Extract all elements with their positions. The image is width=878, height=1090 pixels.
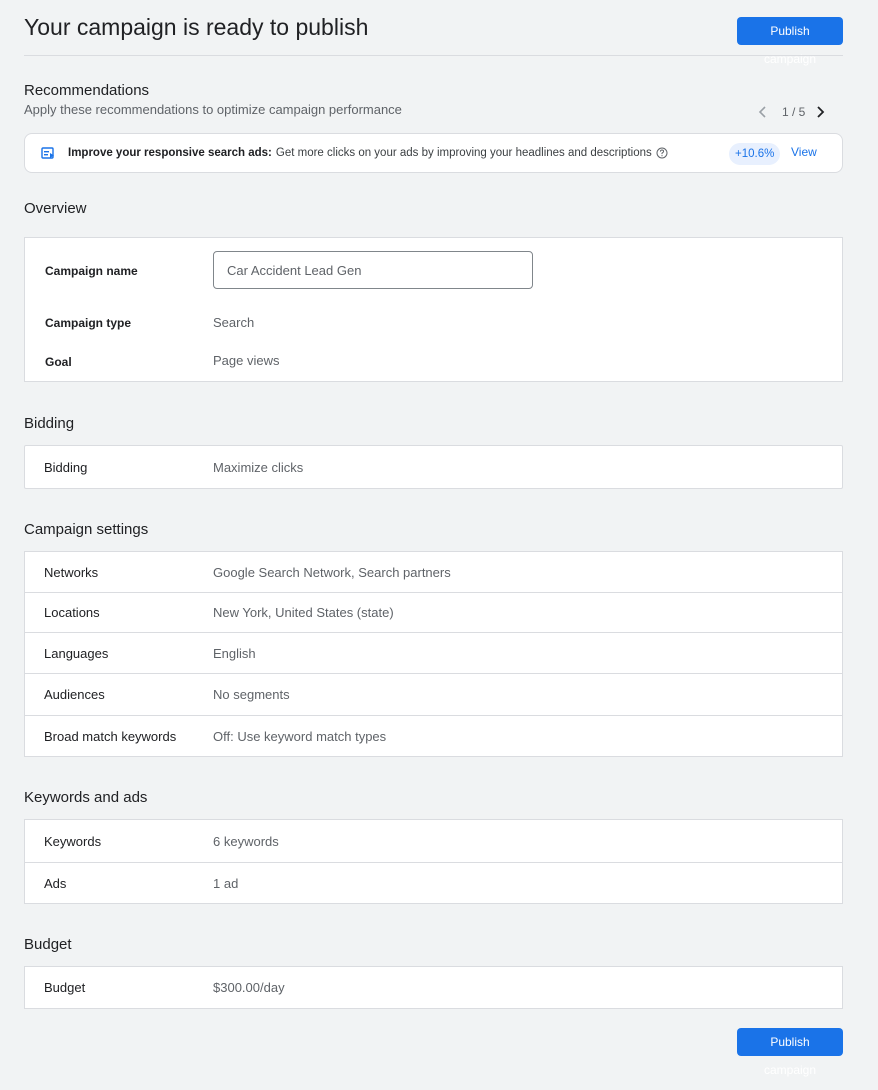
responsive-ad-icon	[41, 146, 55, 160]
locations-row[interactable]: Locations New York, United States (state…	[25, 592, 842, 632]
recommendations-title: Recommendations	[24, 82, 150, 99]
row-label: Locations	[44, 605, 100, 620]
campaign-name-input[interactable]	[213, 251, 533, 289]
goal-value: Page views	[213, 353, 280, 368]
row-label: Budget	[44, 980, 86, 995]
campaign-type-label: Campaign type	[45, 316, 132, 330]
row-label: Audiences	[44, 687, 105, 702]
recommendation-heading: Improve your responsive search ads:	[68, 147, 272, 159]
row-label: Ads	[44, 875, 67, 891]
audiences-row[interactable]: Audiences No segments	[25, 673, 842, 715]
help-icon[interactable]	[656, 147, 668, 159]
goal-label: Goal	[45, 355, 72, 369]
header-divider	[24, 55, 843, 56]
improvement-badge: +10.6%	[729, 143, 781, 165]
row-label: Languages	[44, 645, 109, 661]
row-value: No segments	[213, 687, 290, 702]
keywords-ads-title: Keywords and ads	[24, 789, 148, 806]
campaign-settings-title: Campaign settings	[24, 521, 149, 538]
row-label: Networks	[44, 564, 99, 580]
row-value: Google Search Network, Search partners	[213, 564, 451, 580]
broad-match-row[interactable]: Broad match keywords Off: Use keyword ma…	[25, 715, 842, 756]
languages-row[interactable]: Languages English	[25, 632, 842, 673]
row-label: Bidding	[44, 459, 88, 475]
bidding-title: Bidding	[24, 415, 75, 432]
recommendation-card: Improve your responsive search ads: Get …	[24, 133, 843, 173]
row-value: English	[213, 645, 256, 661]
row-value: Maximize clicks	[213, 459, 304, 475]
row-value: 1 ad	[213, 875, 239, 891]
keywords-ads-card: Keywords 6 keywords Ads 1 ad	[24, 819, 843, 904]
recommendations-pager: 1 / 5	[756, 102, 836, 122]
pager-count: 1 / 5	[782, 105, 806, 119]
row-label: Keywords	[44, 833, 102, 849]
row-value: New York, United States (state)	[213, 605, 394, 620]
overview-title: Overview	[24, 200, 87, 217]
overview-card: Campaign name Campaign type Search Goal …	[24, 237, 843, 382]
chevron-right-icon[interactable]	[813, 105, 827, 119]
row-value: 6 keywords	[213, 833, 279, 849]
recommendations-subtitle: Apply these recommendations to optimize …	[24, 102, 402, 117]
budget-title: Budget	[24, 936, 72, 953]
row-label: Broad match keywords	[44, 728, 177, 744]
bidding-row[interactable]: Bidding Maximize clicks	[25, 446, 842, 488]
campaign-type-value: Search	[213, 315, 255, 330]
row-value: $300.00/day	[213, 980, 285, 995]
networks-row[interactable]: Networks Google Search Network, Search p…	[25, 552, 842, 592]
campaign-name-label: Campaign name	[45, 264, 138, 278]
ads-row[interactable]: Ads 1 ad	[25, 862, 842, 903]
keywords-row[interactable]: Keywords 6 keywords	[25, 820, 842, 862]
budget-card: Budget $300.00/day	[24, 966, 843, 1009]
publish-campaign-button-footer[interactable]: Publish campaign	[737, 1028, 843, 1077]
campaign-settings-card: Networks Google Search Network, Search p…	[24, 551, 843, 757]
row-value: Off: Use keyword match types	[213, 728, 387, 744]
view-recommendation-link[interactable]: View	[791, 145, 817, 159]
recommendation-text: Get more clicks on your ads by improving…	[275, 147, 652, 159]
page-title: Your campaign is ready to publish	[24, 14, 369, 40]
publish-campaign-button[interactable]: Publish campaign	[737, 17, 843, 66]
budget-row[interactable]: Budget $300.00/day	[25, 967, 842, 1008]
bidding-card: Bidding Maximize clicks	[24, 445, 843, 489]
chevron-left-icon[interactable]	[756, 105, 770, 119]
